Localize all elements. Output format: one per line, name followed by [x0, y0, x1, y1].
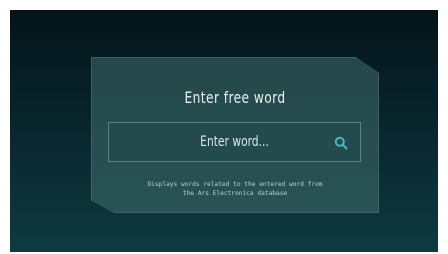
search-placeholder: Enter word... [200, 134, 269, 150]
search-icon[interactable] [334, 135, 348, 150]
description-line-2: the Ars Electronica database [182, 190, 288, 197]
description: Displays words related to the entered wo… [112, 180, 358, 198]
search-input[interactable]: Enter word... [108, 122, 361, 162]
app-screen: Enter free word Enter word... Displays w… [10, 10, 438, 252]
description-line-1: Displays words related to the entered wo… [147, 181, 323, 188]
free-word-panel: Enter free word Enter word... Displays w… [91, 57, 379, 213]
panel-title: Enter free word [184, 88, 286, 107]
